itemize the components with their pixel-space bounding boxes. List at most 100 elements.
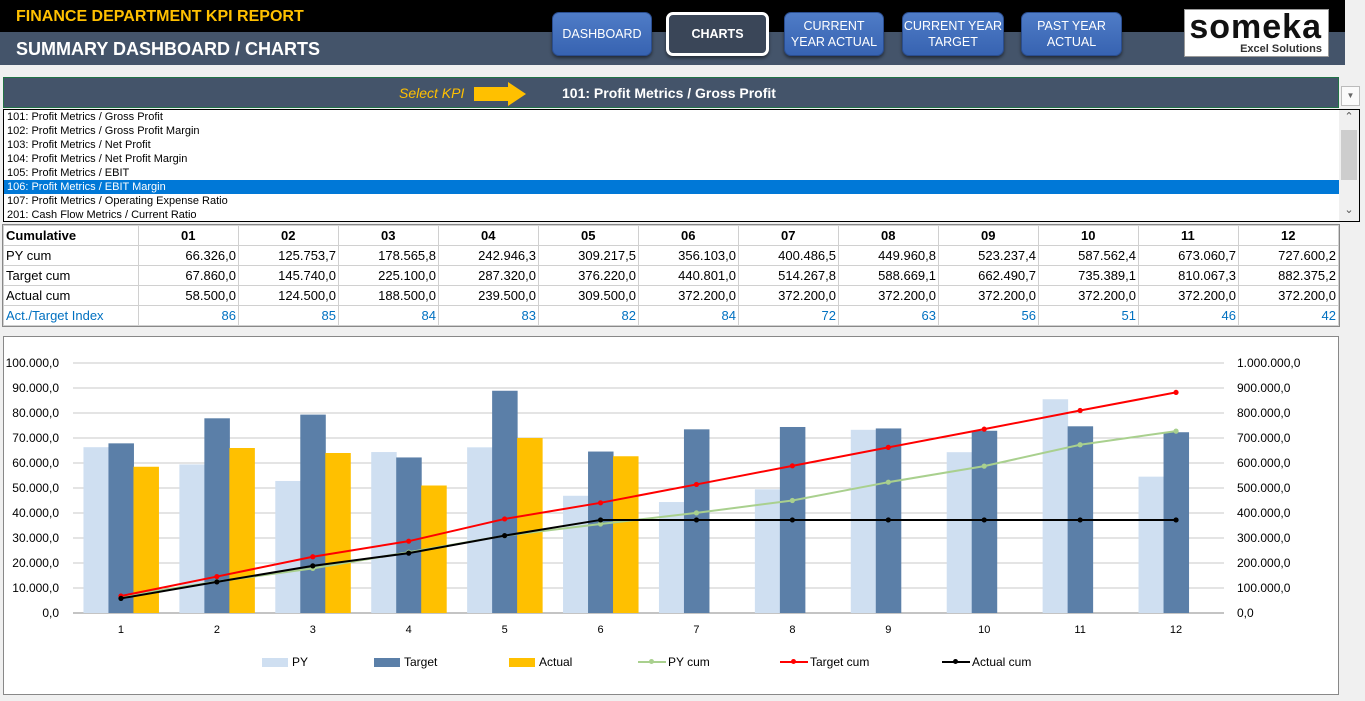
kpi-option[interactable]: 106: Profit Metrics / EBIT Margin [4,180,1339,194]
point-actual-cum [981,517,987,523]
table-cell: 72 [738,305,839,326]
month-header: 03 [338,225,439,246]
table-cell: 67.860,0 [138,265,239,286]
x-axis-tick: 8 [789,624,795,636]
table-cell: 56 [938,305,1039,326]
month-header: 12 [1238,225,1339,246]
dropdown-toggle-button[interactable]: ▼ [1341,86,1360,106]
month-header: 11 [1138,225,1239,246]
nav-dashboard-button[interactable]: DASHBOARD [552,12,652,56]
table-cell: 662.490,7 [938,265,1039,286]
right-axis-tick: 100.000,0 [1237,581,1291,595]
table-row: Act./Target Index 86 85 84 83 82 84 72 63 56 51 46 4… [3,305,1339,326]
x-axis-tick: 7 [693,624,699,636]
app-title: FINANCE DEPARTMENT KPI REPORT [16,8,304,25]
x-axis-tick: 1 [118,624,124,636]
scroll-thumb[interactable] [1341,130,1357,180]
legend-label: Actual cum [972,655,1032,669]
table-cell: 372.200,0 [738,285,839,306]
table-cell: 84 [338,305,439,326]
point-target-cum [981,426,987,432]
kpi-option[interactable]: 101: Profit Metrics / Gross Profit [4,110,1339,124]
table-cell: 46 [1138,305,1239,326]
right-axis-tick: 500.000,0 [1237,481,1291,495]
table-cell: 86 [138,305,239,326]
point-actual-cum [789,517,795,523]
table-cell: 372.200,0 [1238,285,1339,306]
kpi-option[interactable]: 102: Profit Metrics / Gross Profit Margi… [4,124,1339,138]
kpi-option[interactable]: 103: Profit Metrics / Net Profit [4,138,1339,152]
nav-current-year-target-button[interactable]: CURRENT YEAR TARGET [902,12,1004,56]
legend-item: Target [374,655,437,669]
point-actual-cum [118,595,124,601]
left-axis-tick: 70.000,0 [12,431,59,445]
kpi-option[interactable]: 107: Profit Metrics / Operating Expense … [4,194,1339,208]
month-header: 01 [138,225,239,246]
list-scrollbar[interactable]: ⌃ ⌄ [1339,110,1359,221]
point-py-cum [1173,428,1179,434]
point-target-cum [693,481,700,488]
point-actual-cum [1173,517,1179,523]
table-cell: 58.500,0 [138,285,239,306]
table-cell: 309.217,5 [538,245,639,266]
bar-actual [517,438,543,613]
point-actual-cum [597,517,604,523]
point-actual-cum [406,550,412,556]
combo-chart: 0,0 10.000,0 20.000,0 30.000,0 40.000,0 50.00… [6,356,1301,636]
right-axis-tick: 700.000,0 [1237,431,1291,445]
table-cell: 372.200,0 [838,285,939,306]
nav-charts-button[interactable]: CHARTS [666,12,769,56]
x-axis-tick: 10 [978,624,990,636]
bar-py [467,447,493,613]
table-cell: 587.562,4 [1038,245,1139,266]
kpi-dropdown-list[interactable]: 101: Profit Metrics / Gross Profit 102: P… [3,109,1360,222]
kpi-option[interactable]: 104: Profit Metrics / Net Profit Margin [4,152,1339,166]
legend-label: PY cum [668,655,710,669]
bar-target [1163,432,1190,613]
table-cell: 372.200,0 [1138,285,1239,306]
legend-item: PY [262,655,308,669]
nav-current-year-actual-button[interactable]: CURRENT YEAR ACTUAL [784,12,884,56]
table-cell: 124.500,0 [238,285,339,306]
scroll-up-icon[interactable]: ⌃ [1339,110,1359,128]
row-label: Act./Target Index [3,305,139,326]
point-py-cum [789,497,795,504]
left-axis-tick: 10.000,0 [12,581,59,595]
table-cell: 440.801,0 [638,265,739,286]
point-target-cum [885,444,891,450]
table-cell: 882.375,2 [1238,265,1339,286]
scroll-down-icon[interactable]: ⌄ [1339,203,1359,221]
table-header-row: Cumulative 01 02 03 04 05 06 07 08 09 10 11 12 [3,225,1339,246]
point-actual-cum [214,579,220,585]
kpi-option[interactable]: 201: Cash Flow Metrics / Current Ratio [4,208,1339,222]
point-actual-cum [310,563,316,569]
right-axis-tick: 300.000,0 [1237,531,1291,545]
kpi-option[interactable]: 105: Profit Metrics / EBIT [4,166,1339,180]
bar-py [850,429,877,613]
bar-py [754,489,781,613]
table-cell: 145.740,0 [238,265,339,286]
point-py-cum [693,510,700,516]
table-cell: 309.500,0 [538,285,639,306]
table-cell: 588.669,1 [838,265,939,286]
kpi-selector-bar[interactable]: Select KPI 101: Profit Metrics / Gross P… [3,77,1339,108]
table-row: Actual cum 58.500,0 124.500,0 188.500,0 239.… [3,285,1339,306]
legend-item: Actual [509,655,572,669]
point-py-cum [1077,442,1083,448]
bar-target [396,457,422,613]
nav-past-year-actual-button[interactable]: PAST YEAR ACTUAL [1021,12,1122,56]
month-header: 07 [738,225,839,246]
x-axis-tick: 11 [1074,624,1085,636]
table-cell: 178.565,8 [338,245,439,266]
table-cell: 83 [438,305,539,326]
legend-line-marker [780,659,808,664]
point-actual-cum [693,517,700,523]
point-actual-cum [502,533,508,539]
x-axis-tick: 6 [597,624,603,636]
legend-item: PY cum [638,655,710,669]
table-cell: 125.753,7 [238,245,339,266]
x-axis-tick: 3 [310,624,316,636]
right-axis-tick: 800.000,0 [1237,406,1291,420]
point-target-cum [1077,407,1083,414]
table-cell: 66.326,0 [138,245,239,266]
